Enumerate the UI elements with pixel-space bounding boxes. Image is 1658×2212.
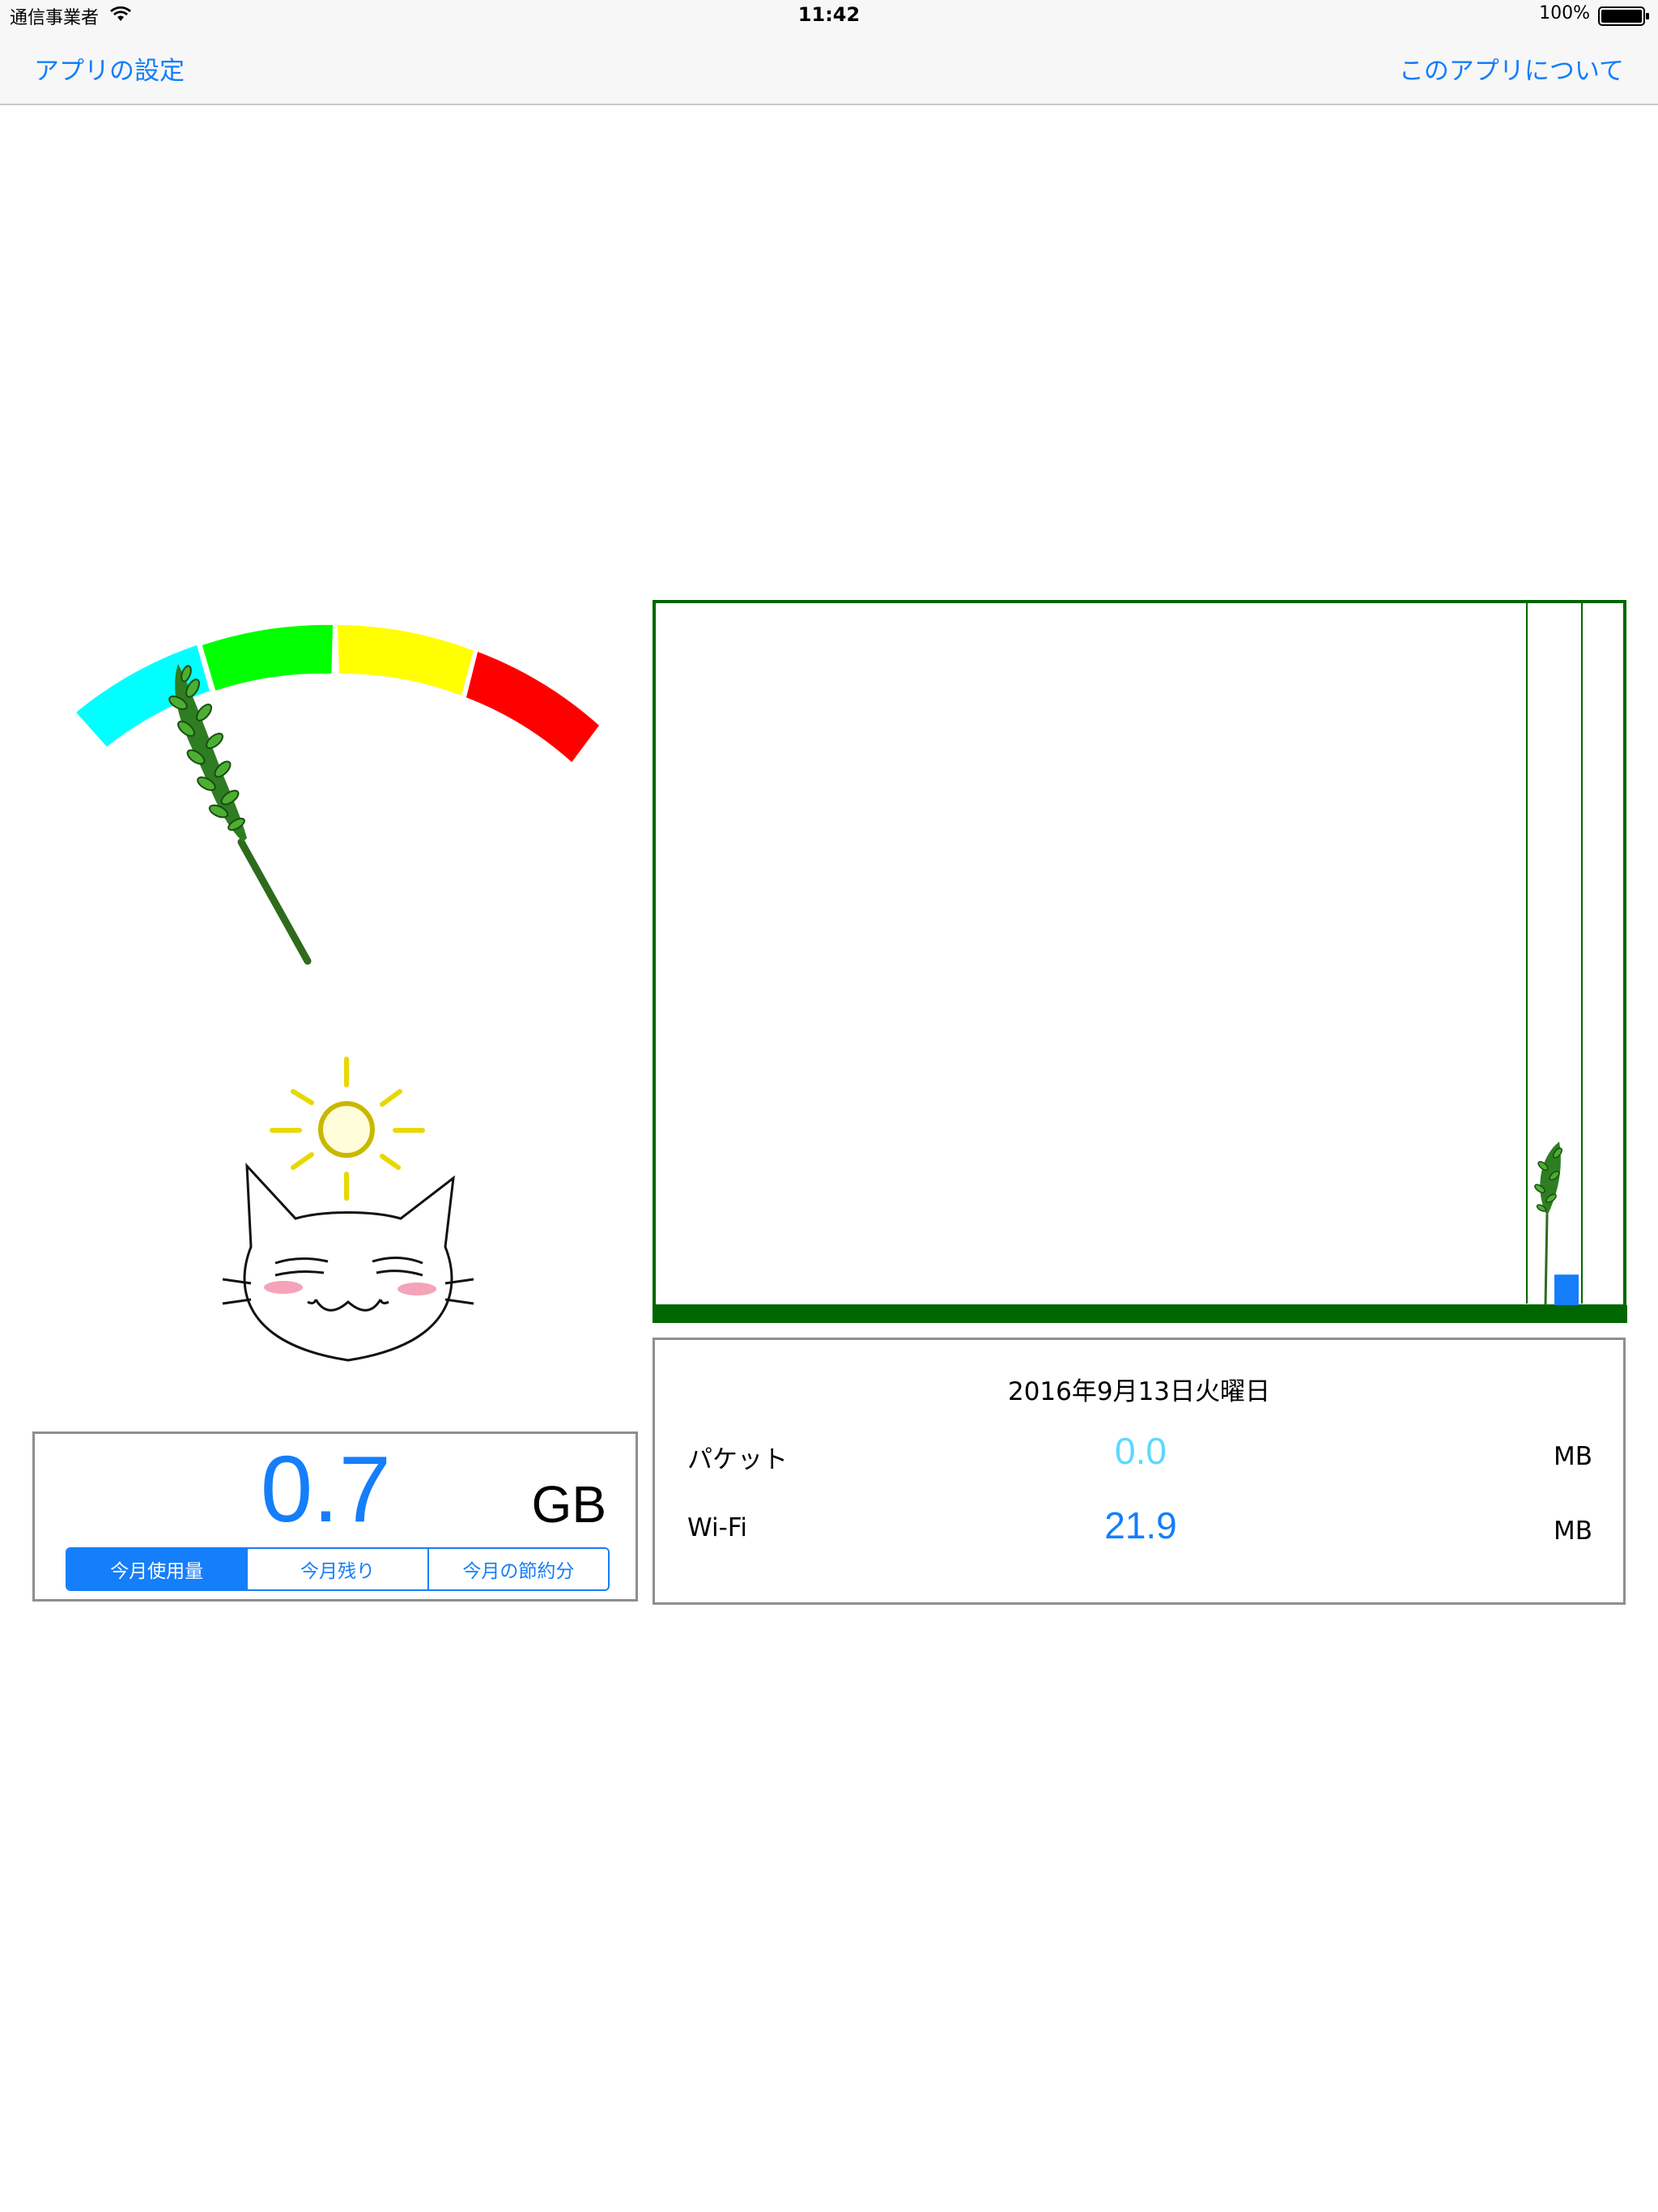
packet-unit: MB (1553, 1442, 1592, 1471)
app-settings-button[interactable]: アプリの設定 (34, 50, 185, 87)
chart-bar-wifi (1554, 1274, 1579, 1305)
clock: 11:42 (797, 3, 861, 26)
packet-value: 0.0 (1115, 1430, 1167, 1472)
gauge-band-yellow (338, 625, 474, 696)
wifi-label: Wi-Fi (687, 1513, 747, 1542)
gauge-bands (76, 624, 599, 763)
segment-monthly-usage[interactable]: 今月使用量 (67, 1549, 249, 1589)
usage-segmented-control: 今月使用量 今月残り 今月の節約分 (66, 1547, 610, 1591)
navigation-bar: アプリの設定 このアプリについて (0, 32, 1658, 105)
about-app-button[interactable]: このアプリについて (1399, 50, 1624, 87)
info-date: 2016年9月13日火曜日 (1007, 1377, 1271, 1406)
usage-unit: GB (531, 1475, 606, 1534)
sun-icon (270, 1057, 425, 1201)
packet-label: パケット (687, 1445, 788, 1474)
segment-monthly-remaining[interactable]: 今月残り (248, 1549, 429, 1589)
usage-panel: 0.7 GB 今月使用量 今月残り 今月の節約分 (32, 1431, 638, 1602)
status-bar: 通信事業者 11:42 100% (0, 0, 1658, 32)
chart-ground (653, 1305, 1627, 1323)
usage-value: 0.7 (260, 1436, 391, 1542)
segment-monthly-savings[interactable]: 今月の節約分 (428, 1549, 608, 1589)
cat-cheek-left (264, 1281, 303, 1294)
battery-icon (1598, 6, 1649, 26)
daily-info-panel: 2016年9月13日火曜日 パケット 0.0 MB Wi-Fi 21.9 MB (653, 1338, 1626, 1605)
usage-chart (653, 600, 1627, 1323)
usage-gauge (76, 624, 599, 965)
cat-cheek-right (397, 1283, 436, 1295)
wifi-value: 21.9 (1104, 1504, 1177, 1546)
gauge-band-green (202, 624, 333, 691)
cat-mascot (222, 1057, 474, 1362)
chart-frame (653, 600, 1626, 1308)
gauge-needle-leaf (168, 664, 312, 965)
wifi-unit: MB (1553, 1516, 1592, 1546)
gauge-band-red (466, 652, 599, 763)
battery-percent: 100% (1539, 3, 1590, 23)
